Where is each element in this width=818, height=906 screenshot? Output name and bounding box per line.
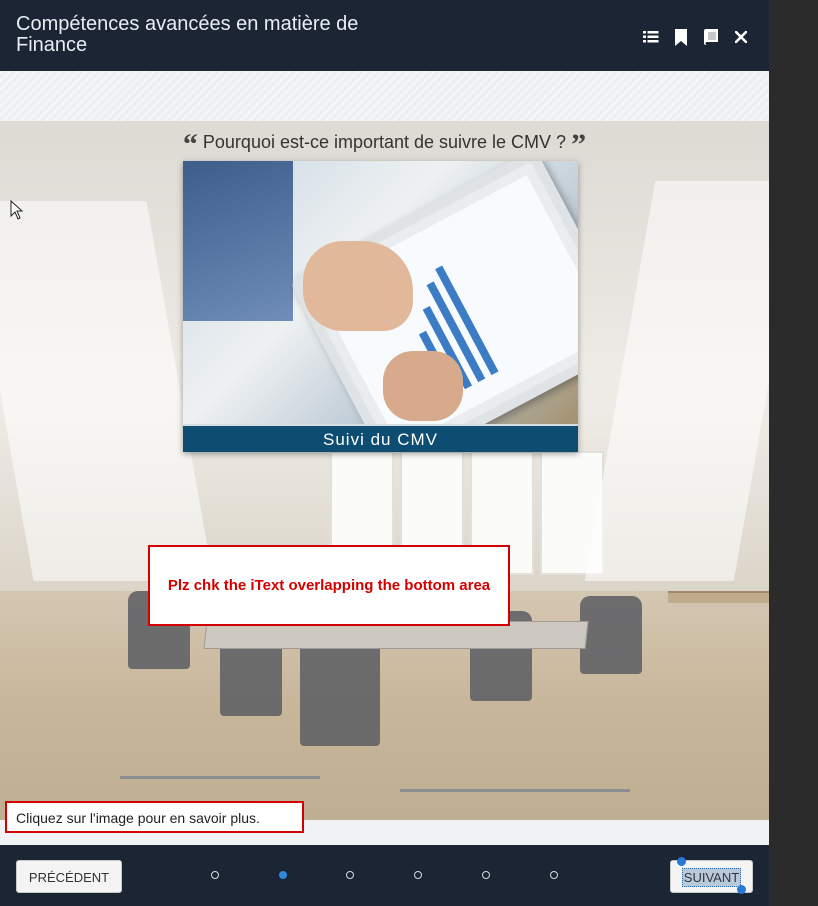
review-annotation-text: Plz chk the iText overlapping the bottom…	[167, 577, 491, 594]
instruction-text: Cliquez sur l'image pour en savoir plus.	[5, 801, 304, 833]
footer-nav: PRÉCÉDENT SUIVANT	[0, 845, 769, 906]
card-caption: Suivi du CMV	[183, 424, 578, 452]
tablet-chart-photo	[183, 161, 578, 424]
book-icon[interactable]	[703, 28, 719, 46]
open-quote-icon: “	[182, 128, 198, 161]
slide-question: “ Pourquoi est-ce important de suivre le…	[0, 128, 769, 162]
close-icon[interactable]	[733, 28, 749, 46]
course-viewer: Compétences avancées en matière de Finan…	[0, 0, 769, 906]
menu-list-icon[interactable]	[643, 28, 659, 46]
page-dot[interactable]	[414, 871, 422, 879]
selection-handle-end[interactable]	[737, 885, 746, 894]
cmv-image-card[interactable]: Suivi du CMV	[183, 161, 578, 452]
slide-top-band	[0, 71, 769, 121]
mouse-pointer-icon	[10, 199, 24, 224]
close-quote-icon: ”	[571, 128, 587, 161]
page-dot[interactable]	[211, 871, 219, 879]
page-dot[interactable]	[482, 871, 490, 879]
header-bar: Compétences avancées en matière de Finan…	[0, 0, 769, 71]
page-dot[interactable]	[346, 871, 354, 879]
review-annotation-box: Plz chk the iText overlapping the bottom…	[148, 545, 510, 626]
course-title: Compétences avancées en matière de Finan…	[16, 13, 359, 56]
header-toolbar	[643, 28, 749, 46]
question-text: Pourquoi est-ce important de suivre le C…	[202, 132, 567, 152]
selection-handle-start[interactable]	[677, 857, 686, 866]
page-dot-active[interactable]	[279, 871, 287, 879]
bookmark-icon[interactable]	[673, 28, 689, 46]
next-button-label: SUIVANT	[681, 868, 742, 887]
page-dot[interactable]	[550, 871, 558, 879]
previous-button[interactable]: PRÉCÉDENT	[16, 860, 122, 893]
